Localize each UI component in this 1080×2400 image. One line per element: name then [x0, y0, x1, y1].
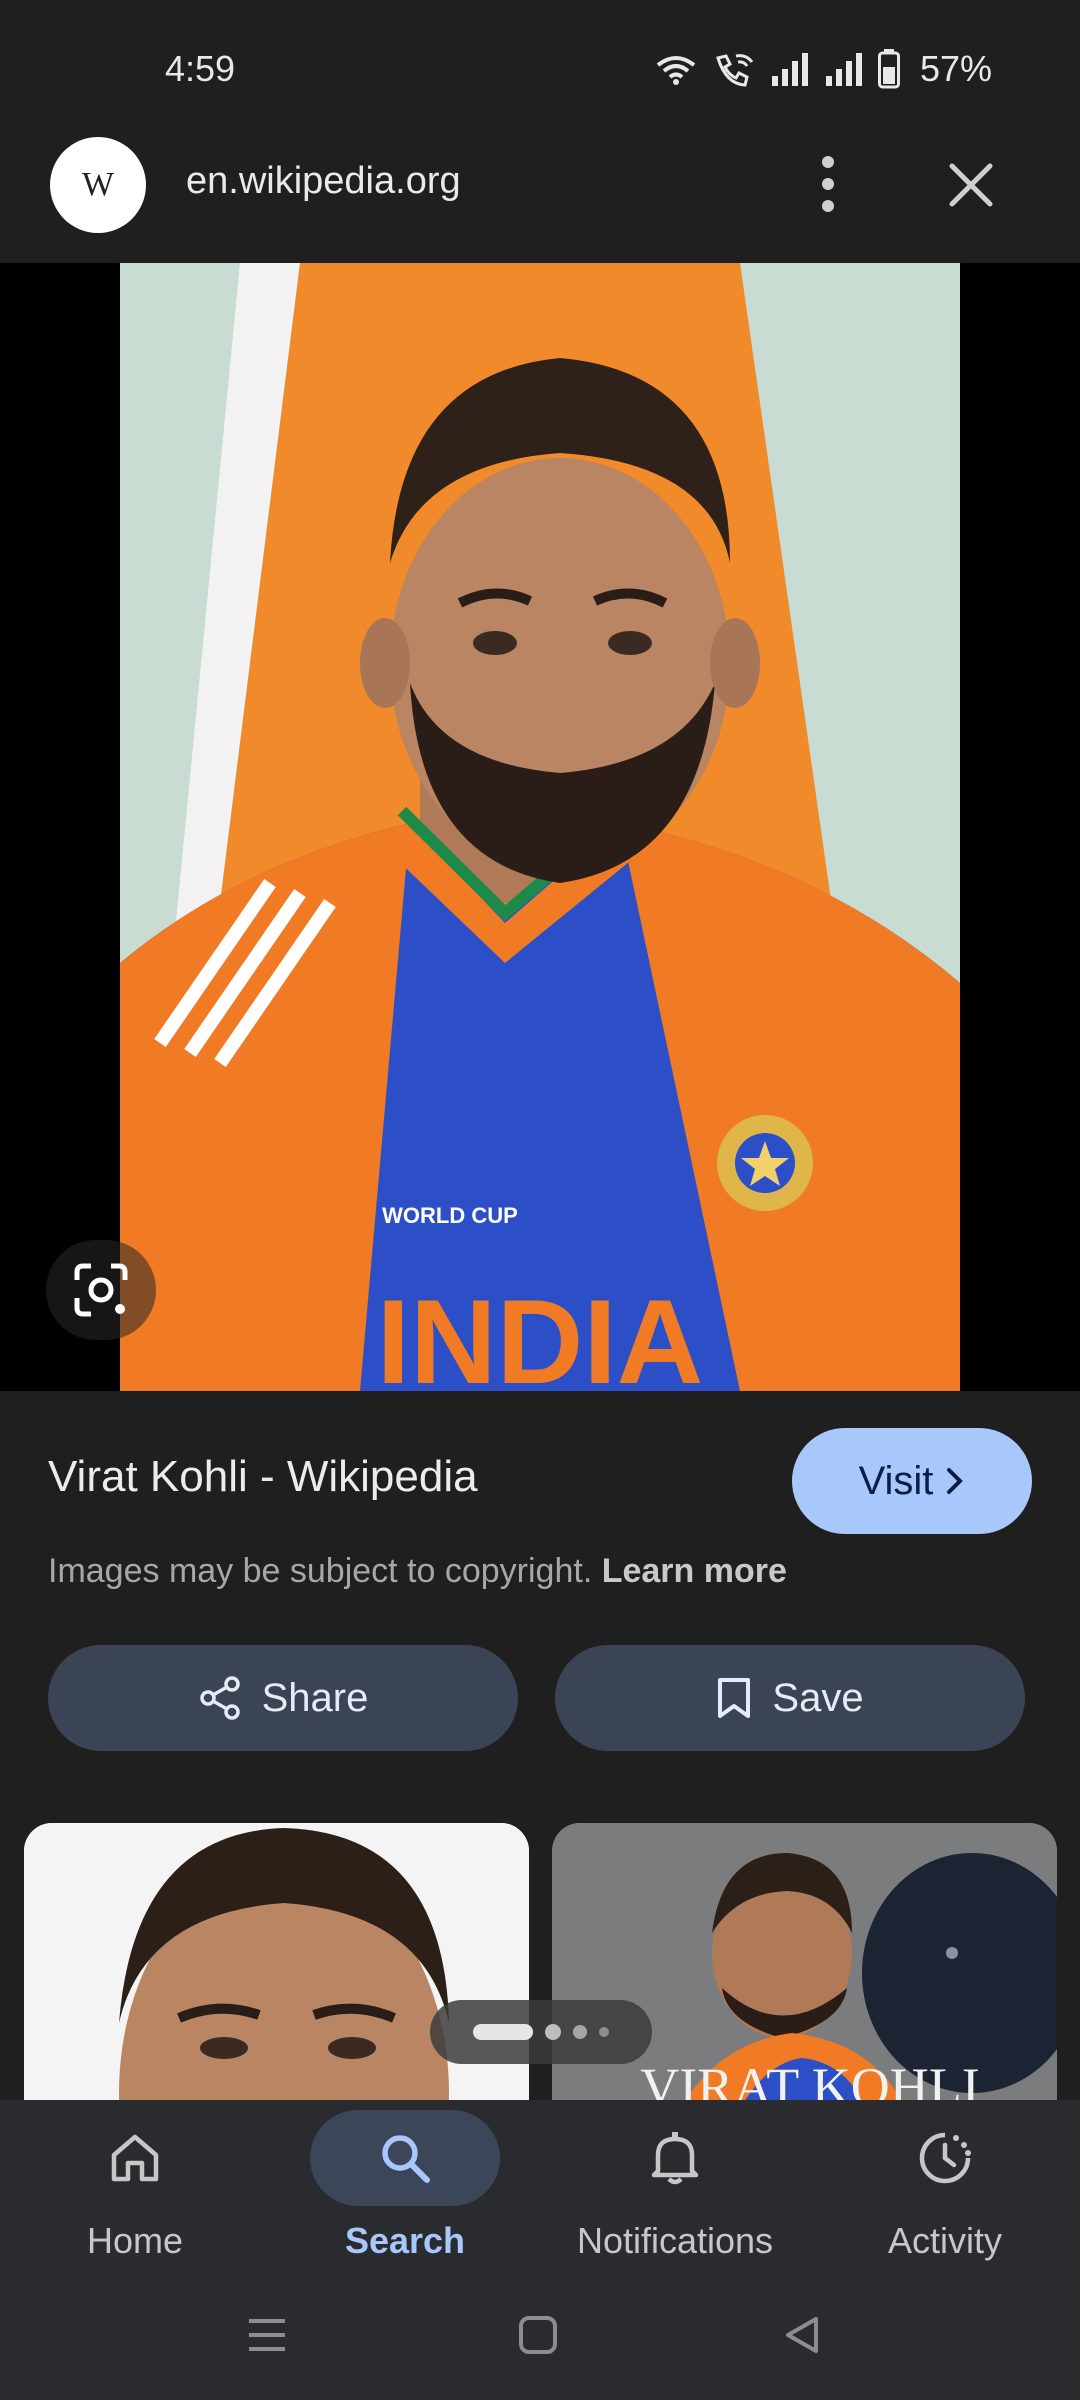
battery-percent: 57% [919, 48, 992, 89]
recents-icon [249, 2319, 285, 2351]
status-icons: 57% [654, 46, 992, 92]
wikipedia-logo: W [50, 137, 146, 233]
status-time: 4:59 [165, 48, 236, 89]
related-image-2[interactable]: VIRAT KOHLI [552, 1823, 1057, 2123]
indicator-dot [573, 2025, 587, 2039]
indicator-dot [545, 2024, 561, 2040]
indicator-dot [599, 2027, 609, 2037]
action-thumbnail: VIRAT KOHLI [552, 1823, 1057, 2123]
copyright-notice: Images may be subject to copyright. Lear… [48, 1552, 787, 1591]
nav-notifications-label: Notifications [576, 2220, 774, 2261]
indicator-active [473, 2024, 533, 2040]
url-bar [0, 130, 1080, 263]
chevron-right-icon [947, 1468, 964, 1494]
share-label: Share [261, 1675, 369, 1720]
portrait-thumbnail [24, 1823, 529, 2123]
close-icon [949, 163, 993, 207]
nav-home-label: Home [86, 2220, 184, 2261]
visit-label: Visit [858, 1458, 934, 1503]
result-title[interactable]: Virat Kohli - Wikipedia [48, 1452, 478, 1502]
back-button[interactable] [782, 2313, 822, 2362]
jersey-text: INDIA [377, 1275, 704, 1391]
save-button[interactable]: Save [555, 1645, 1025, 1751]
lens-button[interactable] [46, 1240, 156, 1340]
share-icon [199, 1676, 240, 1720]
more-options-button[interactable] [808, 150, 848, 218]
bell-icon [651, 2132, 699, 2185]
nav-notifications[interactable]: Notifications [540, 2110, 810, 2280]
home-nav-button[interactable] [516, 2313, 560, 2362]
nav-notifications-icon-wrap [580, 2110, 770, 2206]
wifi-icon [656, 56, 696, 85]
badge-text: WORLD CUP [382, 1203, 518, 1228]
carousel-indicator [430, 2000, 652, 2064]
google-lens-icon [74, 1263, 128, 1317]
site-url[interactable]: en.wikipedia.org [186, 160, 461, 203]
activity-icon [919, 2132, 971, 2184]
nav-search-icon-wrap [310, 2110, 500, 2206]
share-button[interactable]: Share [48, 1645, 518, 1751]
bookmark-icon [718, 1678, 751, 1718]
signal-icon-2 [825, 53, 862, 86]
result-photo[interactable]: INDIA WORLD CUP [120, 263, 960, 1391]
recents-button[interactable] [245, 2315, 289, 2360]
signal-icon-1 [771, 53, 808, 86]
battery-icon [877, 49, 900, 89]
nav-activity-label: Activity [887, 2220, 1002, 2261]
wifi-call-icon [716, 54, 754, 87]
copyright-text: Images may be subject to copyright. [48, 1552, 593, 1590]
back-triangle-icon [786, 2317, 818, 2353]
nav-activity-icon-wrap [850, 2110, 1040, 2206]
nav-search[interactable]: Search [270, 2110, 540, 2280]
search-icon [382, 2135, 430, 2183]
more-vert-icon [822, 156, 834, 212]
related-image-1[interactable] [24, 1823, 529, 2123]
close-button[interactable] [944, 158, 998, 212]
portrait-image: INDIA WORLD CUP [120, 263, 960, 1391]
nav-search-label: Search [344, 2220, 466, 2261]
visit-button[interactable]: Visit [792, 1428, 1032, 1534]
save-label: Save [772, 1675, 864, 1720]
home-icon [111, 2134, 159, 2182]
learn-more-link[interactable]: Learn more [602, 1552, 787, 1590]
nav-home[interactable]: Home [0, 2110, 270, 2280]
home-square-icon [519, 2316, 557, 2354]
nav-activity[interactable]: Activity [810, 2110, 1080, 2280]
nav-home-icon-wrap [40, 2110, 230, 2206]
